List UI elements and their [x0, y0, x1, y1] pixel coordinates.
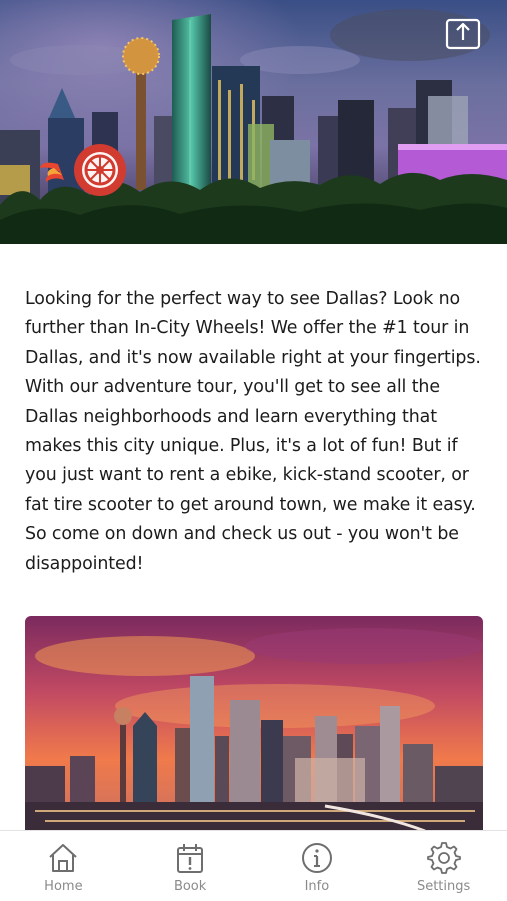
nav-book-button[interactable]: Book [130, 831, 250, 894]
dallas-sunset-photo [25, 616, 483, 836]
nav-settings-button[interactable]: Settings [384, 831, 504, 894]
nav-book-label: Book [173, 879, 207, 894]
nav-info-label: Info [304, 879, 330, 894]
home-icon [49, 844, 78, 872]
in-city-wheels-logo [40, 142, 130, 198]
nav-home-label: Home [44, 879, 83, 894]
nav-home-button[interactable]: Home [3, 831, 123, 894]
nav-info-button[interactable]: Info [257, 831, 377, 894]
gear-icon [426, 842, 461, 874]
nav-settings-label: Settings [416, 879, 471, 894]
share-icon [445, 18, 481, 50]
share-button[interactable] [445, 16, 481, 52]
description-text: Looking for the perfect way to see Dalla… [25, 289, 481, 574]
bottom-navigation: Home Book Info Settings [0, 830, 507, 901]
info-icon [301, 843, 332, 873]
calendar-icon [177, 844, 204, 873]
hero-image [0, 0, 507, 244]
